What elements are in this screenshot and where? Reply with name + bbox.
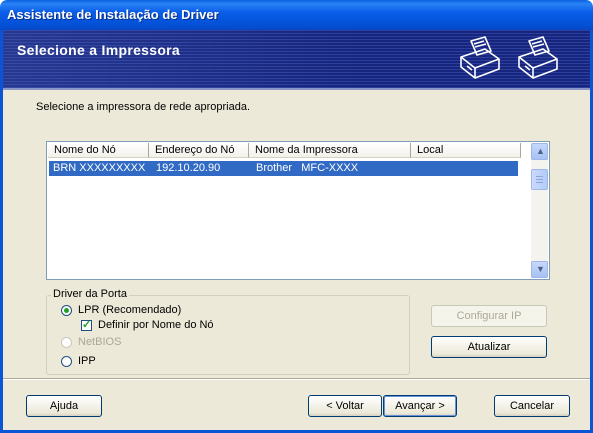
cell-node-address: 192.10.20.90 <box>156 162 221 174</box>
thumb-grip-line <box>536 179 543 180</box>
title-bar[interactable]: Assistente de Instalação de Driver <box>0 0 593 30</box>
thumb-grip-line <box>536 182 543 183</box>
scroll-down-icon: ▼ <box>536 264 545 274</box>
radio-lpr-label[interactable]: LPR (Recomendado) <box>78 304 181 316</box>
column-header-printer-name[interactable]: Nome da Impressora <box>249 143 411 158</box>
cell-node-name: BRN XXXXXXXXX <box>53 162 146 174</box>
cell-printer-name: Brother MFC-XXXX <box>256 162 359 174</box>
printer-icon <box>518 36 558 79</box>
check-mark-icon: ✓ <box>82 319 92 331</box>
column-header-location[interactable]: Local <box>411 143 521 158</box>
printer-icon <box>460 36 500 79</box>
table-row[interactable]: BRN XXXXXXXXX 192.10.20.90 Brother MFC-X… <box>49 161 518 176</box>
checkbox-set-by-node-name[interactable]: ✓ <box>81 319 92 331</box>
scroll-up-button[interactable]: ▲ <box>531 143 548 160</box>
radio-lpr[interactable] <box>61 305 72 316</box>
printer-list[interactable]: Nome do Nó Endereço do Nó Nome da Impres… <box>46 141 550 280</box>
radio-ipp-label[interactable]: IPP <box>78 355 96 367</box>
radio-netbios-label[interactable]: NetBIOS <box>78 336 121 348</box>
scroll-down-button[interactable]: ▼ <box>531 261 548 278</box>
thumb-grip-line <box>536 176 543 177</box>
scroll-up-icon: ▲ <box>536 146 545 156</box>
next-button[interactable]: Avançar > <box>383 395 457 417</box>
installer-window: Assistente de Instalação de Driver Selec… <box>0 0 593 433</box>
checkbox-set-by-node-name-label[interactable]: Definir por Nome do Nó <box>98 319 214 331</box>
cancel-button[interactable]: Cancelar <box>494 395 570 417</box>
radio-netbios[interactable] <box>61 337 72 348</box>
help-button[interactable]: Ajuda <box>26 395 102 417</box>
instruction-text: Selecione a impressora de rede apropriad… <box>36 101 251 113</box>
scroll-thumb[interactable] <box>531 169 548 190</box>
window-title: Assistente de Instalação de Driver <box>7 7 219 22</box>
footer-separator-highlight <box>3 379 590 380</box>
window-frame-left <box>0 30 3 433</box>
list-header: Nome do Nó Endereço do Nó Nome da Impres… <box>48 143 528 159</box>
vertical-scrollbar[interactable]: ▲ ▼ <box>531 143 548 278</box>
banner-title: Selecione a Impressora <box>17 42 181 58</box>
column-header-node-name[interactable]: Nome do Nó <box>48 143 149 158</box>
configure-ip-button[interactable]: Configurar IP <box>431 305 547 327</box>
banner-divider <box>3 88 590 90</box>
port-driver-group-label: Driver da Porta <box>51 288 129 300</box>
back-button[interactable]: < Voltar <box>308 395 382 417</box>
header-banner: Selecione a Impressora <box>3 30 590 88</box>
radio-ipp[interactable] <box>61 356 72 367</box>
refresh-button[interactable]: Atualizar <box>431 336 547 358</box>
column-header-node-address[interactable]: Endereço do Nó <box>149 143 249 158</box>
radio-selected-dot <box>64 308 69 313</box>
